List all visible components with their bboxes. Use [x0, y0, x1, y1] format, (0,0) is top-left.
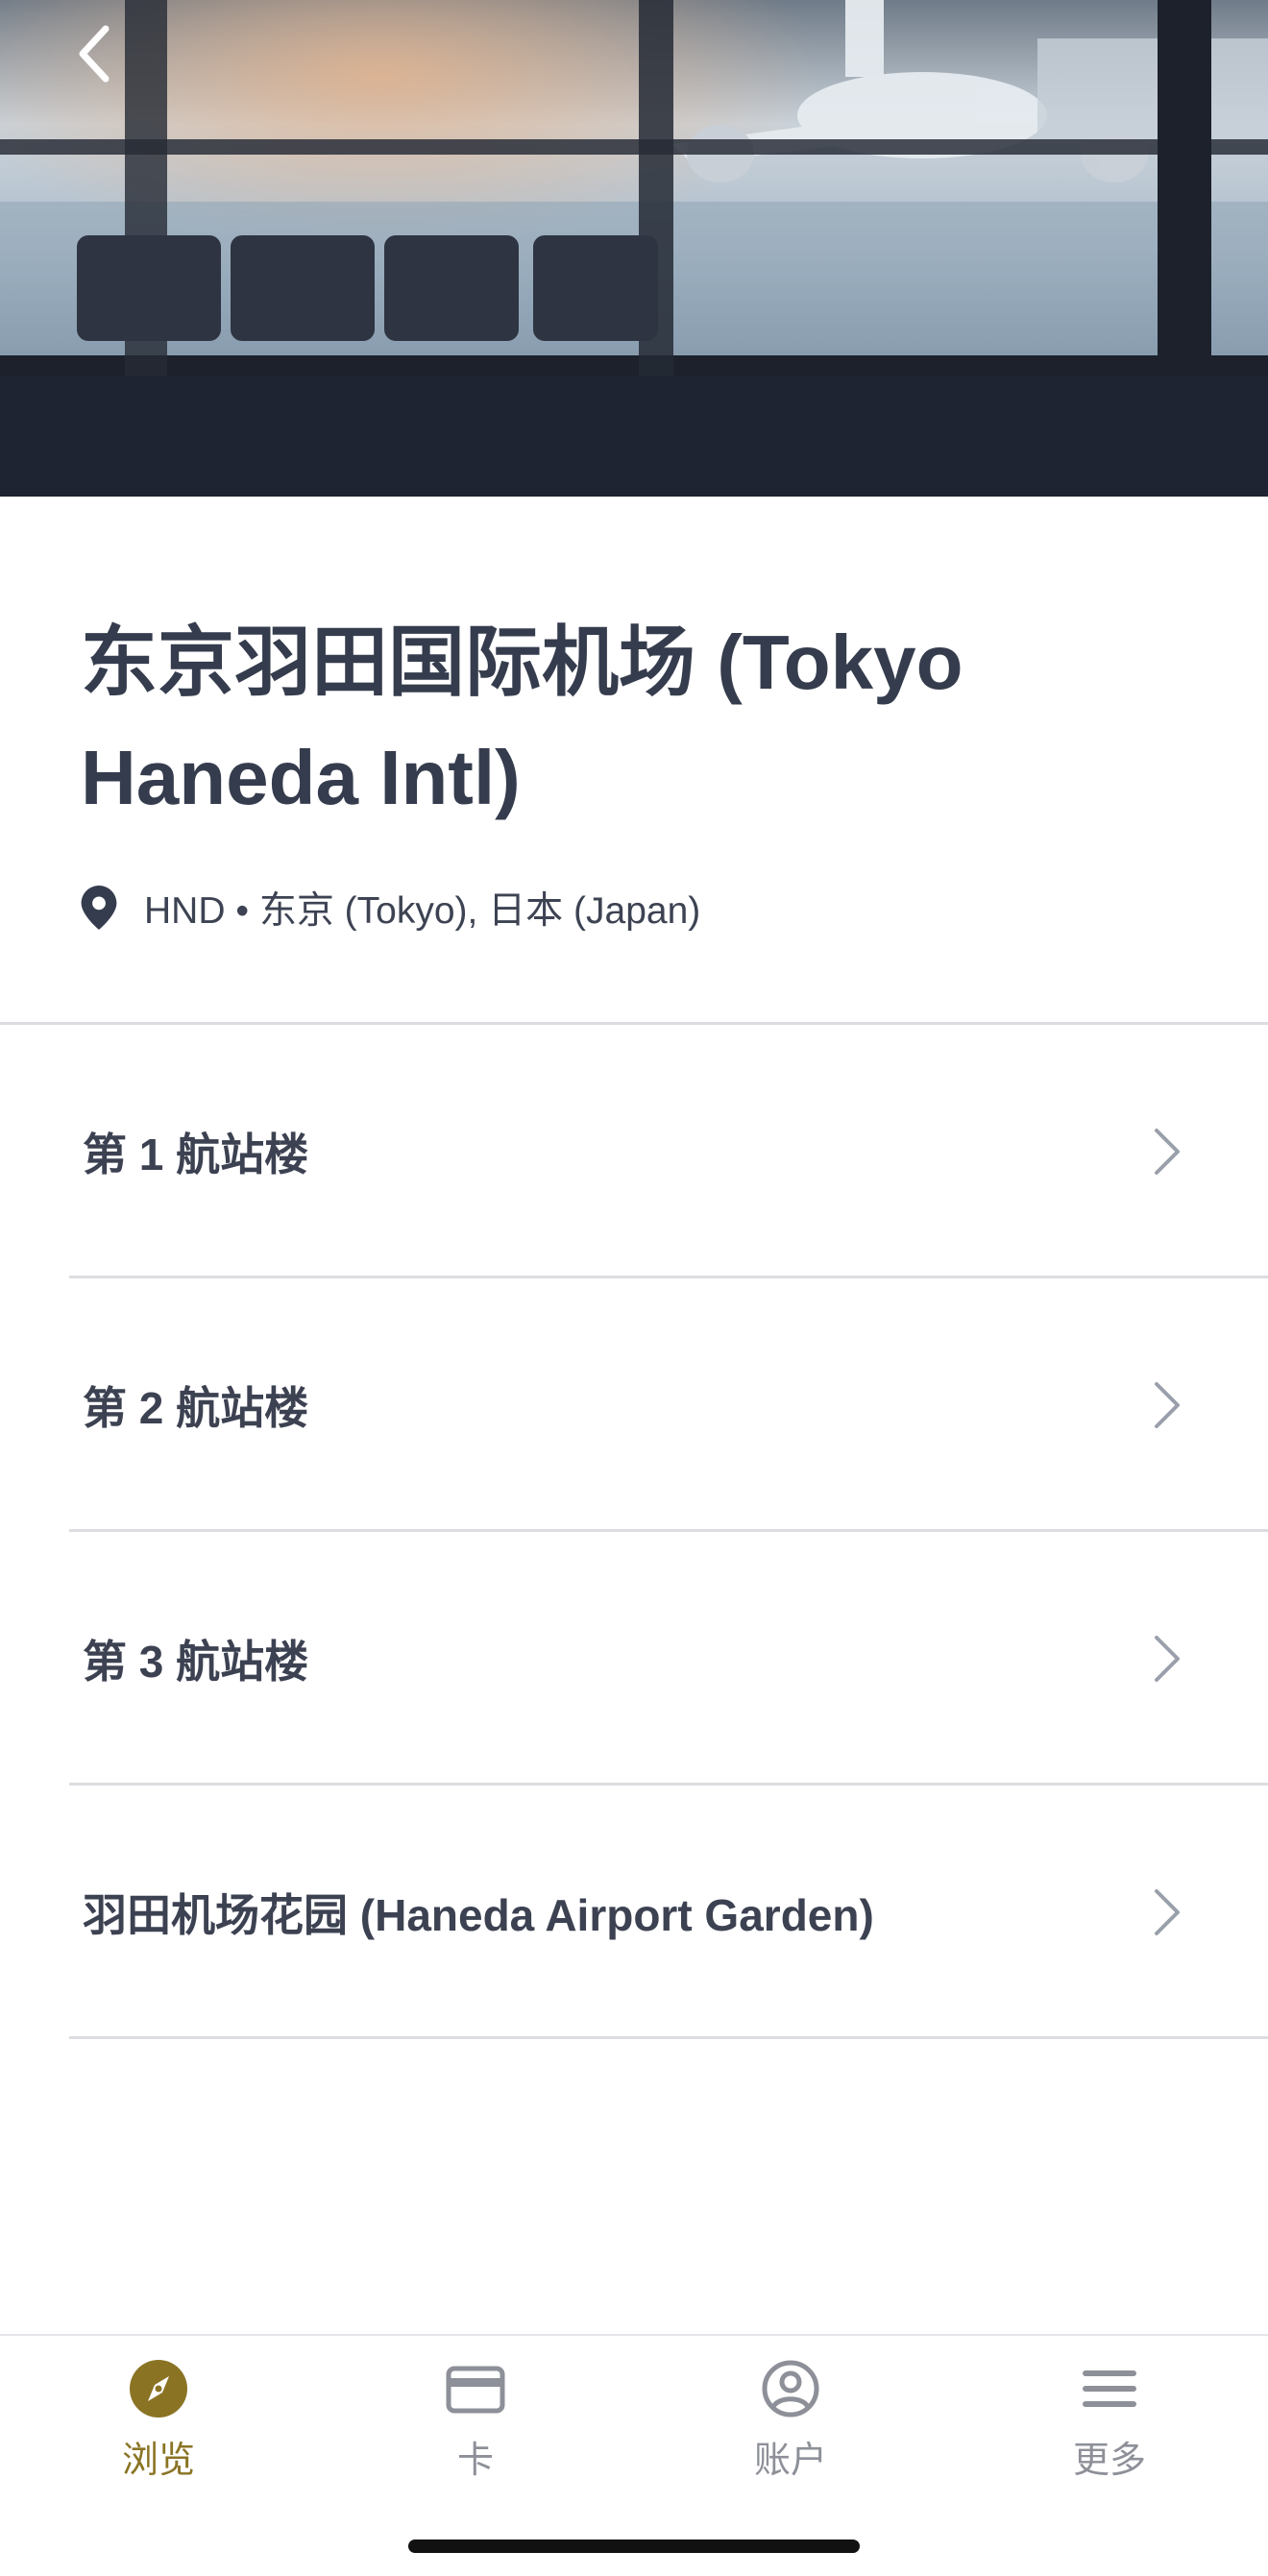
location-line: HND • 东京 (Tokyo), 日本 (Japan): [81, 879, 700, 936]
tab-account[interactable]: 账户: [695, 2357, 887, 2501]
list-item-label: 第 2 航站楼: [83, 1383, 309, 1433]
back-button[interactable]: [75, 25, 138, 88]
list-item-label: 第 1 航站楼: [83, 1130, 309, 1179]
list-item-terminal-3[interactable]: 第 3 航站楼: [0, 1532, 1268, 1786]
row-divider: [69, 2036, 1268, 2039]
chevron-right-icon: [1155, 1382, 1180, 1428]
list-item-terminal-1[interactable]: 第 1 航站楼: [0, 1025, 1268, 1278]
page-title: 东京羽田国际机场 (Tokyo Haneda Intl): [81, 620, 963, 820]
tab-label: 更多: [1072, 2441, 1146, 2481]
chevron-right-icon: [1155, 1129, 1180, 1175]
list-item-label: 第 3 航站楼: [83, 1637, 309, 1687]
map-pin-icon: [81, 886, 117, 930]
chevron-right-icon: [1155, 1889, 1180, 1935]
tab-more[interactable]: 更多: [1013, 2357, 1206, 2501]
airport-window-illustration: [0, 0, 1268, 497]
compass-icon: [130, 2360, 187, 2418]
tab-label: 浏览: [121, 2441, 195, 2481]
home-indicator: [408, 2540, 860, 2553]
tab-label: 卡: [456, 2441, 494, 2481]
list-item-airport-garden[interactable]: 羽田机场花园 (Haneda Airport Garden): [0, 1786, 1268, 2039]
location-text: HND • 东京 (Tokyo), 日本 (Japan): [144, 890, 701, 932]
chevron-left-icon: [79, 25, 110, 83]
terminal-list: 第 1 航站楼 第 2 航站楼 第 3 航站楼 羽田机场花园 (Haneda A…: [0, 1025, 1268, 2039]
tab-card[interactable]: 卡: [379, 2357, 572, 2501]
airport-detail-page: 东京羽田国际机场 (Tokyo Haneda Intl) HND • 东京 (T…: [0, 0, 1268, 2576]
tab-browse[interactable]: 浏览: [62, 2357, 255, 2501]
chevron-right-icon: [1155, 1636, 1180, 1682]
list-item-terminal-2[interactable]: 第 2 航站楼: [0, 1278, 1268, 1532]
hero-image: [0, 0, 1268, 497]
card-icon: [446, 2366, 505, 2414]
account-icon: [762, 2360, 819, 2418]
list-item-label: 羽田机场花园 (Haneda Airport Garden): [83, 1890, 874, 1940]
menu-icon: [1083, 2370, 1136, 2407]
tab-label: 账户: [753, 2441, 827, 2481]
